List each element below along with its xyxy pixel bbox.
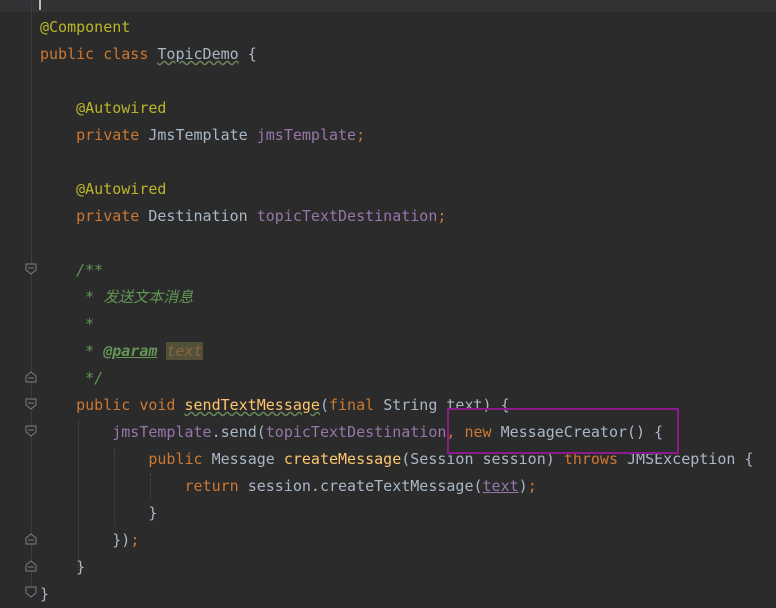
doc-comment: * — [76, 342, 104, 360]
code-line-22[interactable]: } — [40, 581, 49, 608]
keyword-final: final — [329, 396, 375, 414]
fold-marker-icon[interactable] — [25, 398, 37, 410]
brace: } — [40, 585, 50, 603]
field-name: topicTextDestination — [256, 207, 438, 225]
type-name: String — [383, 396, 438, 414]
keyword-public: public — [148, 450, 203, 468]
editor-gutter — [0, 12, 40, 590]
code-line-14[interactable]: */ — [40, 365, 103, 392]
keyword-public: public — [40, 45, 95, 63]
code-line-21[interactable]: } — [40, 554, 85, 581]
editor-top-bar — [0, 0, 776, 12]
method-call: session.createTextMessage( — [247, 477, 483, 495]
method-call: .send( — [211, 423, 266, 441]
code-line-2[interactable]: public class TopicDemo { — [40, 41, 257, 68]
doc-comment: /** — [76, 261, 104, 279]
paren-open: ( — [401, 450, 411, 468]
code-line-19[interactable]: } — [40, 500, 157, 527]
code-line-10[interactable]: /** — [40, 257, 103, 284]
annotation-component: @Component — [40, 18, 131, 36]
code-line-12[interactable]: * — [40, 311, 94, 338]
field-name: jmsTemplate — [256, 126, 357, 144]
argument: topicTextDestination — [265, 423, 447, 441]
code-line-15[interactable]: public void sendTextMessage(final String… — [40, 392, 510, 419]
code-line-20[interactable]: }); — [40, 527, 139, 554]
type-name: Destination — [148, 207, 248, 225]
brace: } — [76, 558, 86, 576]
semicolon: ; — [356, 126, 366, 144]
field-ref: jmsTemplate — [112, 423, 212, 441]
method-name: createMessage — [283, 450, 402, 468]
code-line-18[interactable]: return session.createTextMessage(text); — [40, 473, 537, 500]
code-line-8[interactable]: private Destination topicTextDestination… — [40, 203, 446, 230]
fold-marker-icon[interactable] — [25, 586, 37, 598]
argument: text — [482, 477, 519, 495]
code-line-7[interactable]: @Autowired — [40, 176, 166, 203]
code-line-4[interactable]: @Autowired — [40, 95, 166, 122]
keyword-private: private — [76, 207, 140, 225]
paren-open: ( — [319, 396, 329, 414]
semicolon: ; — [130, 531, 140, 549]
keyword-public: public — [76, 396, 131, 414]
type-name: JmsTemplate — [148, 126, 248, 144]
fold-marker-icon[interactable] — [25, 533, 37, 545]
doc-param-tag: @param — [103, 342, 158, 360]
doc-comment: * 发送文本消息 — [76, 288, 194, 306]
type-name: Message — [211, 450, 275, 468]
code-line-5[interactable]: private JmsTemplate jmsTemplate; — [40, 122, 365, 149]
class-name: TopicDemo — [157, 45, 239, 63]
semicolon: ; — [527, 477, 537, 495]
fold-marker-icon[interactable] — [25, 371, 37, 383]
doc-param-name: text — [166, 342, 203, 360]
keyword-private: private — [76, 126, 140, 144]
keyword-void: void — [139, 396, 176, 414]
brace: { — [247, 45, 257, 63]
keyword-class: class — [103, 45, 149, 63]
fold-marker-icon[interactable] — [25, 560, 37, 572]
doc-comment: */ — [76, 369, 104, 387]
keyword-return: return — [184, 477, 239, 495]
fold-guide-line — [31, 0, 32, 590]
annotation-autowired: @Autowired — [76, 99, 167, 117]
brace: } — [148, 504, 158, 522]
highlight-annotation-box — [447, 408, 679, 454]
doc-comment: * — [76, 315, 95, 333]
semicolon: ; — [437, 207, 447, 225]
annotation-autowired: @Autowired — [76, 180, 167, 198]
code-line-1[interactable]: @Component — [40, 14, 130, 41]
fold-marker-icon[interactable] — [25, 425, 37, 437]
code-line-11[interactable]: * 发送文本消息 — [40, 284, 193, 311]
brace: { — [744, 450, 754, 468]
code-line-13[interactable]: * @param text — [40, 338, 203, 365]
paren-close: ) — [518, 477, 528, 495]
method-name: sendTextMessage — [184, 396, 320, 414]
paren-close: }) — [112, 531, 131, 549]
text-caret — [39, 0, 41, 10]
fold-marker-icon[interactable] — [25, 263, 37, 275]
